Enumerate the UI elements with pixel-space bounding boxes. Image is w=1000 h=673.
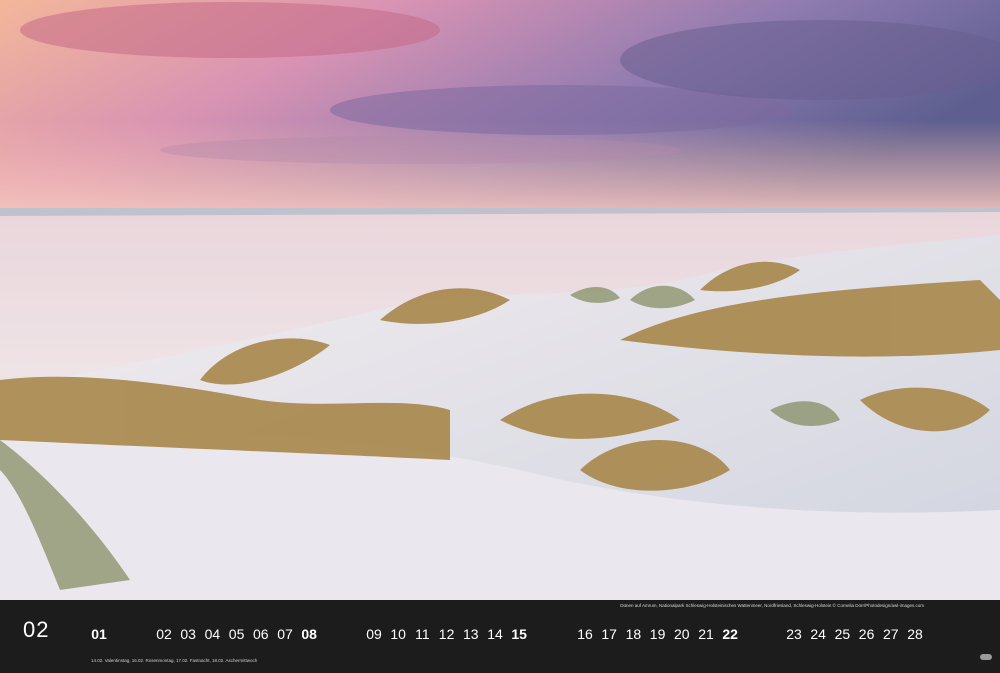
day-01: 01 <box>91 626 107 642</box>
beach-dunes-photo <box>0 0 1000 600</box>
day-10: 10 <box>390 626 406 642</box>
day-12: 12 <box>438 626 455 642</box>
day-02: 02 <box>156 626 172 642</box>
day-20: 20 <box>674 626 690 642</box>
holiday-notes: 14.02. Valentinstag, 16.02. Rosenmontag,… <box>91 658 258 663</box>
day-08: 08 <box>301 626 317 642</box>
day-03: 03 <box>180 626 196 642</box>
day-05: 05 <box>228 626 245 642</box>
day-14: 14 <box>487 626 503 642</box>
day-15: 15 <box>511 626 527 642</box>
day-09: 09 <box>366 626 382 642</box>
day-11: 11 <box>415 626 430 642</box>
day-18: 18 <box>625 626 642 642</box>
day-21: 21 <box>698 626 714 642</box>
day-07: 07 <box>277 626 293 642</box>
day-22: 22 <box>722 626 738 642</box>
day-06: 06 <box>253 626 269 642</box>
day-row: 01 02 03 04 05 06 07 08 09 10 11 12 13 14 15 16 17 18 19 20… <box>0 626 1000 646</box>
day-04: 04 <box>204 626 221 642</box>
day-26: 26 <box>858 626 875 642</box>
day-13: 13 <box>463 626 479 642</box>
day-28: 28 <box>907 626 923 642</box>
corner-mark-icon <box>980 654 992 660</box>
day-25: 25 <box>834 626 851 642</box>
day-27: 27 <box>883 626 899 642</box>
calendar-strip: Dünen auf Amrum, Nationalpark Schleswig-… <box>0 600 1000 673</box>
day-24: 24 <box>810 626 826 642</box>
day-23: 23 <box>786 626 802 642</box>
photo-caption: Dünen auf Amrum, Nationalpark Schleswig-… <box>620 603 924 608</box>
day-17: 17 <box>601 626 617 642</box>
day-19: 19 <box>649 626 666 642</box>
day-16: 16 <box>577 626 593 642</box>
